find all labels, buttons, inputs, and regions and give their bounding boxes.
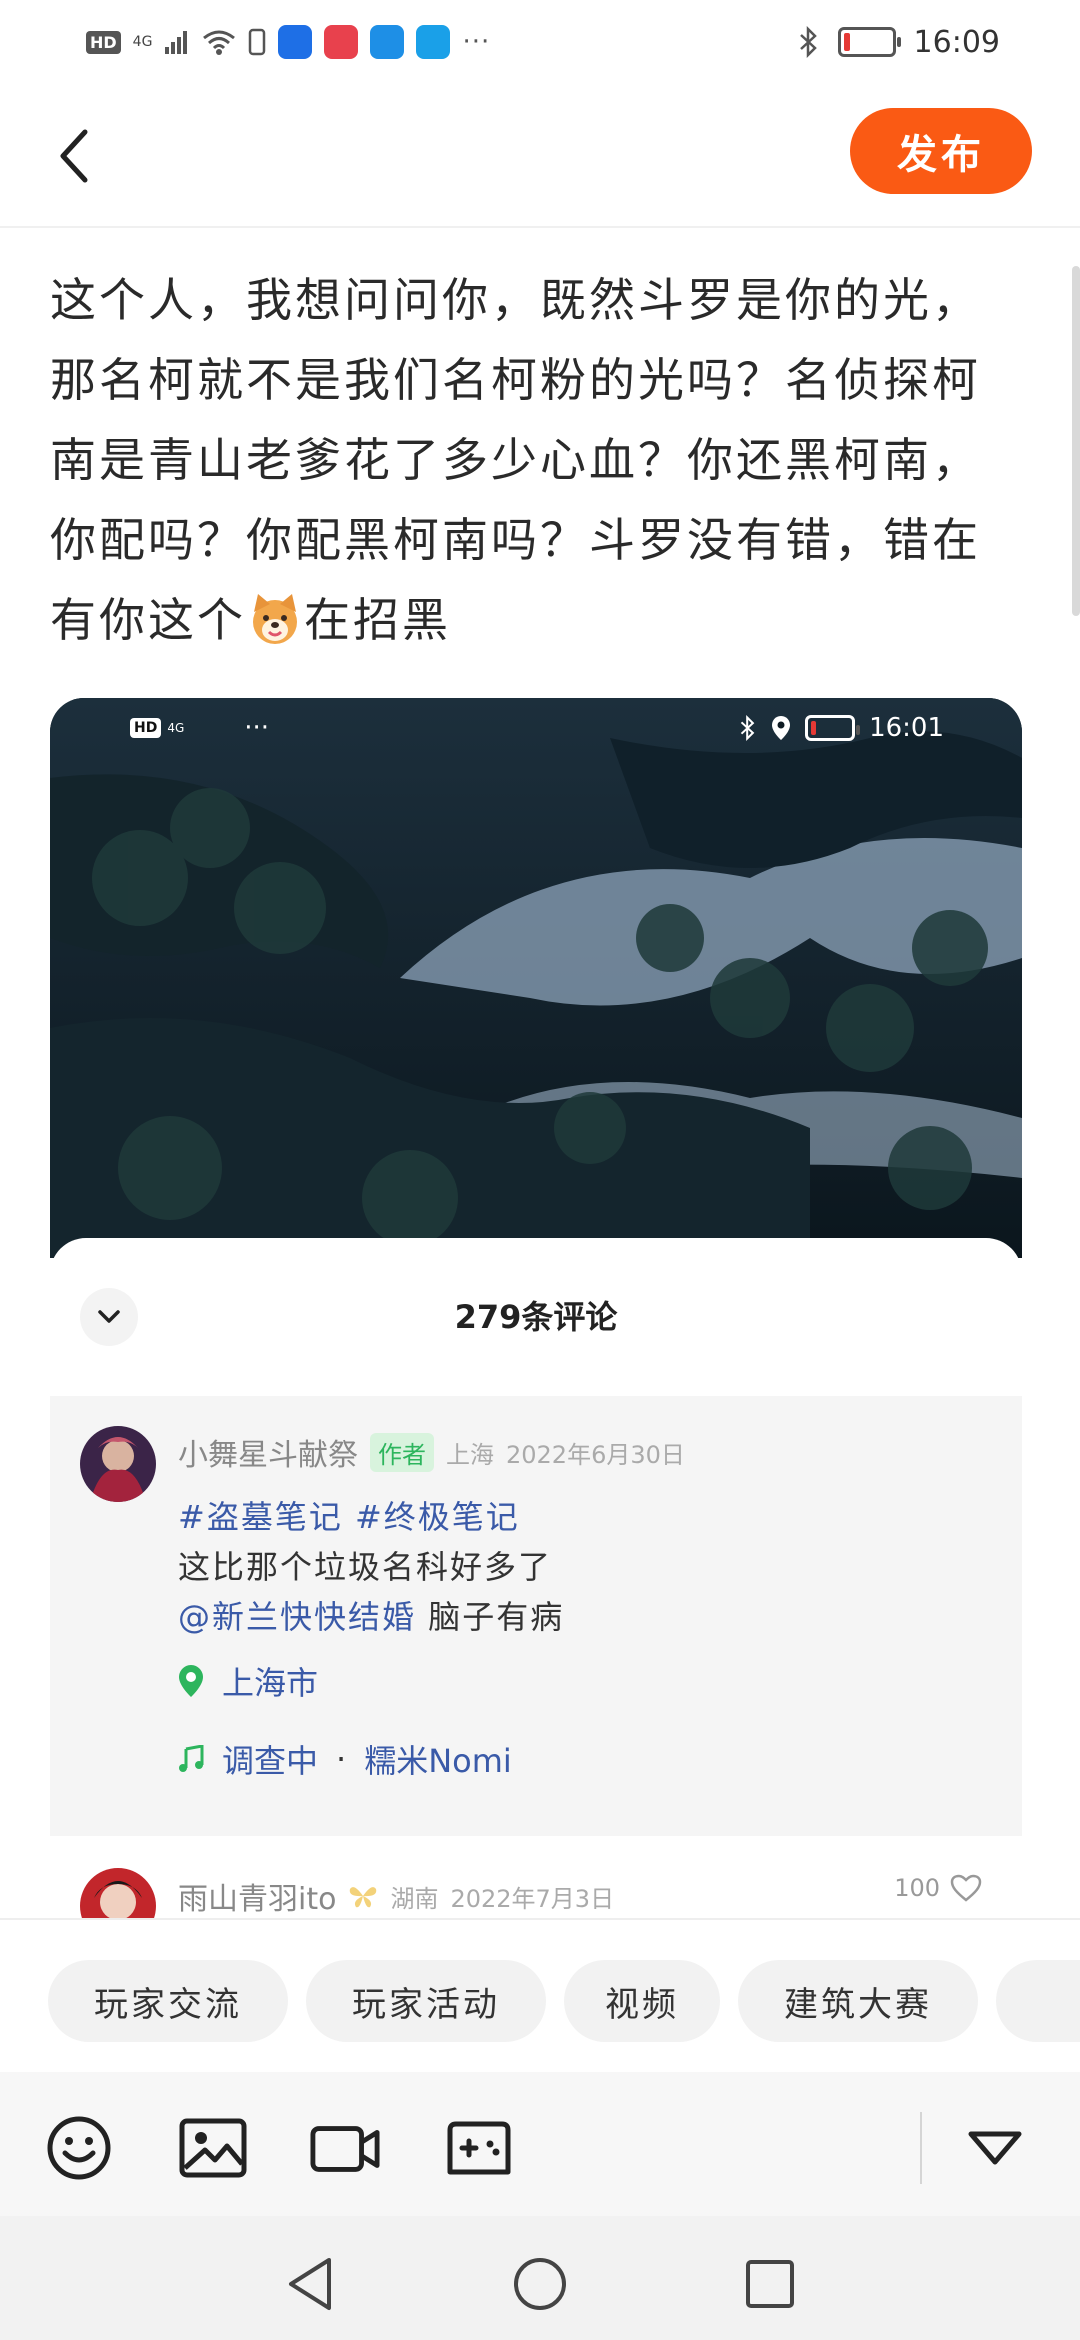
system-nav-bar <box>0 2216 1080 2340</box>
avatar-image <box>80 1426 156 1502</box>
comment-date: 2022年6月30日 <box>506 1440 685 1469</box>
post-text: 这个人，我想问问你，既然斗罗是你的光，那名柯就不是我们名柯粉的光吗？名侦探柯南是… <box>50 273 981 647</box>
music-separator: · <box>336 1740 347 1778</box>
post-text-end: 在招黑 <box>304 593 451 647</box>
gamepad-icon <box>447 2121 511 2175</box>
scrollbar[interactable] <box>1072 266 1080 616</box>
chip-player-exchange[interactable]: 玩家交流 <box>48 1960 288 2042</box>
comment-text: 这比那个垃圾名科好多了 <box>178 1548 553 1586</box>
video-status-bar: HD 4G ··· 16:01 <box>50 698 1022 758</box>
game-button[interactable] <box>444 2116 514 2180</box>
back-button[interactable] <box>44 120 104 192</box>
video-camera-icon <box>310 2126 380 2172</box>
comment-hashtags[interactable]: #盗墓笔记 #终极笔记 <box>178 1492 520 1538</box>
hd-badge: HD <box>86 30 121 54</box>
nav-home-button[interactable] <box>510 2254 570 2314</box>
comment-text-line: @新兰快快结婚 脑子有病 <box>178 1592 564 1638</box>
battery-icon <box>805 715 861 741</box>
comments-sheet: 279条评论 小舞星斗献祭 作者 上海 2022年6月30日 #盗墓笔记 #终极… <box>50 1238 1022 1918</box>
status-bar: HD 4G ··· 16:09 <box>0 0 1080 84</box>
clock: 16:09 <box>913 24 1000 60</box>
emoji-button[interactable] <box>44 2116 114 2180</box>
signal-icon <box>165 31 188 54</box>
collapse-keyboard-button[interactable] <box>960 2116 1030 2180</box>
like-button[interactable]: 100 <box>894 1874 982 1902</box>
toolbar-divider <box>920 2112 922 2184</box>
image-icon <box>179 2118 247 2178</box>
wifi-icon <box>203 30 236 55</box>
place-label: 上海市 <box>222 1664 319 1702</box>
app-notification-icon <box>324 25 359 59</box>
more-notifications-icon: ··· <box>244 713 270 743</box>
comment-meta: 小舞星斗献祭 作者 上海 2022年6月30日 <box>178 1430 685 1474</box>
comment-music[interactable]: 调查中 · 糯米Nomi <box>178 1736 512 1782</box>
author-badge: 作者 <box>370 1432 434 1472</box>
dog-face-emoji-icon <box>253 594 297 644</box>
comment-date: 2022年7月3日 <box>450 1884 615 1913</box>
post-body[interactable]: 这个人，我想问问你，既然斗罗是你的光，那名柯就不是我们名柯粉的光吗？名侦探柯南是… <box>50 260 1020 660</box>
chevron-left-icon <box>60 129 88 183</box>
network-type: 4G <box>167 721 185 735</box>
nav-recents-button[interactable] <box>740 2254 800 2314</box>
search-app-icon <box>416 25 451 59</box>
avatar[interactable] <box>80 1426 156 1502</box>
hd-badge: HD <box>130 718 162 738</box>
battery-icon <box>837 27 901 57</box>
more-notifications-icon: ··· <box>462 27 491 57</box>
comments-title: 279条评论 <box>454 1298 618 1336</box>
nav-back-button[interactable] <box>280 2254 340 2314</box>
video-button[interactable] <box>310 2116 380 2180</box>
chip-more[interactable] <box>996 1960 1080 2042</box>
comment-location: 湖南 <box>390 1884 439 1913</box>
chip-build-contest[interactable]: 建筑大赛 <box>738 1960 978 2042</box>
comment-place[interactable]: 上海市 <box>178 1658 318 1704</box>
comment-username[interactable]: 小舞星斗献祭 <box>178 1430 358 1474</box>
phone-icon <box>249 28 266 56</box>
topic-chips-bar: 玩家交流 玩家活动 视频 建筑大赛 <box>0 1918 1080 2072</box>
triangle-back-icon <box>289 2258 331 2310</box>
chip-video[interactable]: 视频 <box>564 1960 720 2042</box>
comment-mention[interactable]: @新兰快快结婚 <box>178 1598 416 1636</box>
heart-icon <box>950 1874 982 1902</box>
comment-item[interactable]: 雨山青羽ito 湖南 2022年7月3日 100 <box>50 1868 1022 1918</box>
location-icon <box>772 716 791 740</box>
comment-username[interactable]: 雨山青羽ito <box>178 1874 336 1918</box>
forest-scene-image <box>50 698 1022 1258</box>
circle-home-icon <box>514 2258 566 2310</box>
comment-location: 上海 <box>446 1440 494 1469</box>
top-bar: 发布 <box>0 84 1080 228</box>
avatar-image <box>80 1868 156 1918</box>
smiley-icon <box>47 2116 111 2180</box>
bluetooth-icon <box>799 26 817 58</box>
music-note-icon <box>179 1745 204 1772</box>
weather-app-icon <box>370 25 405 59</box>
comment-text: 脑子有病 <box>416 1598 565 1636</box>
like-count: 100 <box>894 1874 940 1902</box>
collapse-triangle-icon <box>968 2131 1022 2165</box>
app-notification-icon <box>278 25 313 59</box>
video-preview[interactable]: HD 4G ··· 16:01 <box>50 698 1022 1258</box>
square-recents-icon <box>746 2260 794 2308</box>
butterfly-badge-icon <box>350 1887 377 1908</box>
publish-button[interactable]: 发布 <box>850 108 1032 194</box>
bluetooth-icon <box>740 715 755 741</box>
chip-player-events[interactable]: 玩家活动 <box>306 1960 546 2042</box>
video-clock: 16:01 <box>869 713 944 743</box>
music-title: 调查中 <box>222 1742 319 1780</box>
location-pin-icon <box>179 1665 203 1697</box>
avatar[interactable] <box>80 1868 156 1918</box>
comment-meta: 雨山青羽ito 湖南 2022年7月3日 <box>178 1874 614 1918</box>
music-artist: 糯米Nomi <box>364 1742 512 1780</box>
image-button[interactable] <box>178 2116 248 2180</box>
network-type: 4G <box>132 34 153 50</box>
comment-item[interactable]: 小舞星斗献祭 作者 上海 2022年6月30日 #盗墓笔记 #终极笔记 这比那个… <box>50 1396 1022 1836</box>
input-toolbar <box>0 2072 1080 2216</box>
